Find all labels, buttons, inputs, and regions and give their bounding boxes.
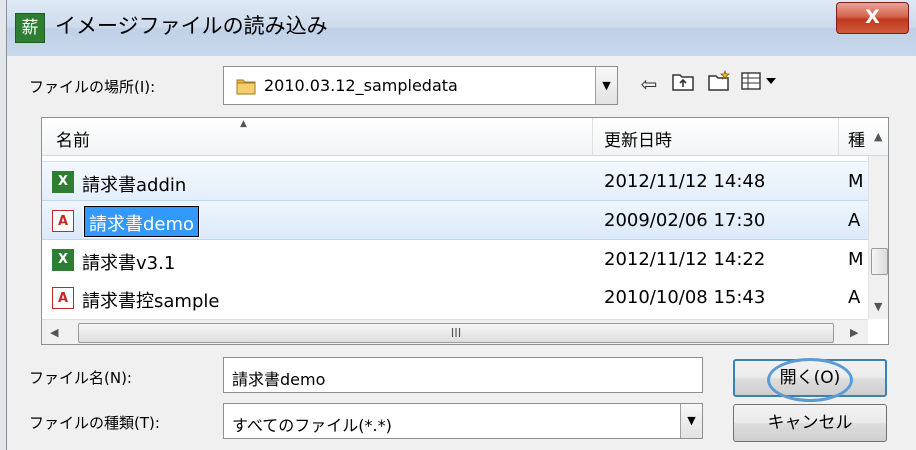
file-type: A bbox=[848, 210, 861, 231]
scroll-right-icon[interactable]: ▶ bbox=[850, 326, 858, 339]
file-row[interactable]: A 請求書控sample 2010/10/08 15:43 A bbox=[42, 278, 868, 318]
column-divider[interactable] bbox=[838, 118, 839, 156]
file-type: M bbox=[848, 249, 864, 270]
file-date: 2010/10/08 15:43 bbox=[604, 287, 766, 308]
filename-value: 請求書demo bbox=[232, 370, 326, 389]
excel-file-icon: X bbox=[52, 249, 74, 271]
column-header-type[interactable]: 種 bbox=[848, 126, 865, 151]
list-header: 名前 ▲ 更新日時 種 ▲ bbox=[42, 118, 888, 156]
location-label: ファイルの場所(I): bbox=[29, 78, 156, 96]
up-folder-icon[interactable] bbox=[669, 70, 697, 98]
cancel-button[interactable]: キャンセル bbox=[733, 404, 887, 442]
open-file-dialog: 薪 イメージファイルの読み込み X ファイルの場所(I): 2010.03.12… bbox=[6, 0, 916, 450]
file-type: A bbox=[848, 287, 861, 308]
scroll-down-icon[interactable]: ▼ bbox=[874, 300, 882, 313]
sort-ascending-icon: ▲ bbox=[240, 119, 247, 129]
file-date: 2009/02/06 17:30 bbox=[604, 210, 766, 231]
filetype-dropdown[interactable]: すべてのファイル(*.*) ▼ bbox=[223, 403, 703, 439]
file-type: M bbox=[848, 171, 864, 192]
filename-input[interactable]: 請求書demo bbox=[223, 357, 703, 393]
close-button[interactable]: X bbox=[836, 2, 909, 34]
column-header-modified[interactable]: 更新日時 bbox=[604, 126, 672, 151]
file-name: 請求書控sample bbox=[82, 291, 220, 312]
excel-file-icon: X bbox=[52, 171, 74, 193]
vertical-scrollbar[interactable]: ▼ bbox=[868, 156, 888, 319]
vertical-scroll-thumb[interactable] bbox=[871, 248, 888, 275]
dialog-title: イメージファイルの読み込み bbox=[55, 14, 328, 38]
app-icon: 薪 bbox=[15, 13, 45, 43]
file-list[interactable]: 名前 ▲ 更新日時 種 ▲ X 請求書addin 2012/11/12 14:4… bbox=[41, 117, 889, 345]
file-name: 請求書addin bbox=[82, 175, 187, 196]
column-divider[interactable] bbox=[592, 118, 593, 156]
scroll-left-icon[interactable]: ◀ bbox=[50, 326, 58, 339]
file-date: 2012/11/12 14:22 bbox=[604, 249, 766, 270]
file-row[interactable]: X 請求書addin 2012/11/12 14:48 M bbox=[42, 161, 868, 201]
column-header-name[interactable]: 名前 bbox=[56, 126, 90, 151]
annotation-highlight-circle bbox=[767, 358, 853, 402]
back-icon[interactable]: ⇦ bbox=[635, 70, 663, 98]
file-row-selected[interactable]: A 請求書demo 2009/02/06 17:30 A bbox=[42, 200, 868, 240]
chevron-down-icon[interactable]: ▼ bbox=[680, 404, 702, 438]
filetype-label: ファイルの種類(T): bbox=[29, 414, 160, 432]
horizontal-scrollbar[interactable]: ◀ III ▶ bbox=[42, 319, 868, 344]
file-date: 2012/11/12 14:48 bbox=[604, 171, 766, 192]
horizontal-scroll-thumb[interactable]: III bbox=[78, 323, 834, 343]
scroll-up-icon[interactable]: ▲ bbox=[874, 130, 882, 143]
view-menu-icon[interactable] bbox=[739, 70, 779, 98]
new-folder-icon[interactable] bbox=[705, 69, 733, 98]
pdf-file-icon: A bbox=[52, 210, 74, 232]
pdf-file-icon: A bbox=[52, 287, 74, 309]
title-bar: 薪 イメージファイルの読み込み X bbox=[7, 0, 916, 56]
file-name-rename-box[interactable]: 請求書demo bbox=[82, 205, 201, 238]
folder-icon bbox=[236, 76, 256, 96]
location-dropdown[interactable]: 2010.03.12_sampledata ▼ bbox=[223, 66, 618, 105]
chevron-down-icon[interactable]: ▼ bbox=[595, 67, 617, 104]
file-row[interactable]: X 請求書v3.1 2012/11/12 14:22 M bbox=[42, 240, 868, 280]
location-value: 2010.03.12_sampledata bbox=[264, 76, 458, 95]
filetype-value: すべてのファイル(*.*) bbox=[232, 416, 392, 435]
file-name: 請求書v3.1 bbox=[82, 253, 176, 274]
filename-label: ファイル名(N): bbox=[29, 369, 132, 387]
